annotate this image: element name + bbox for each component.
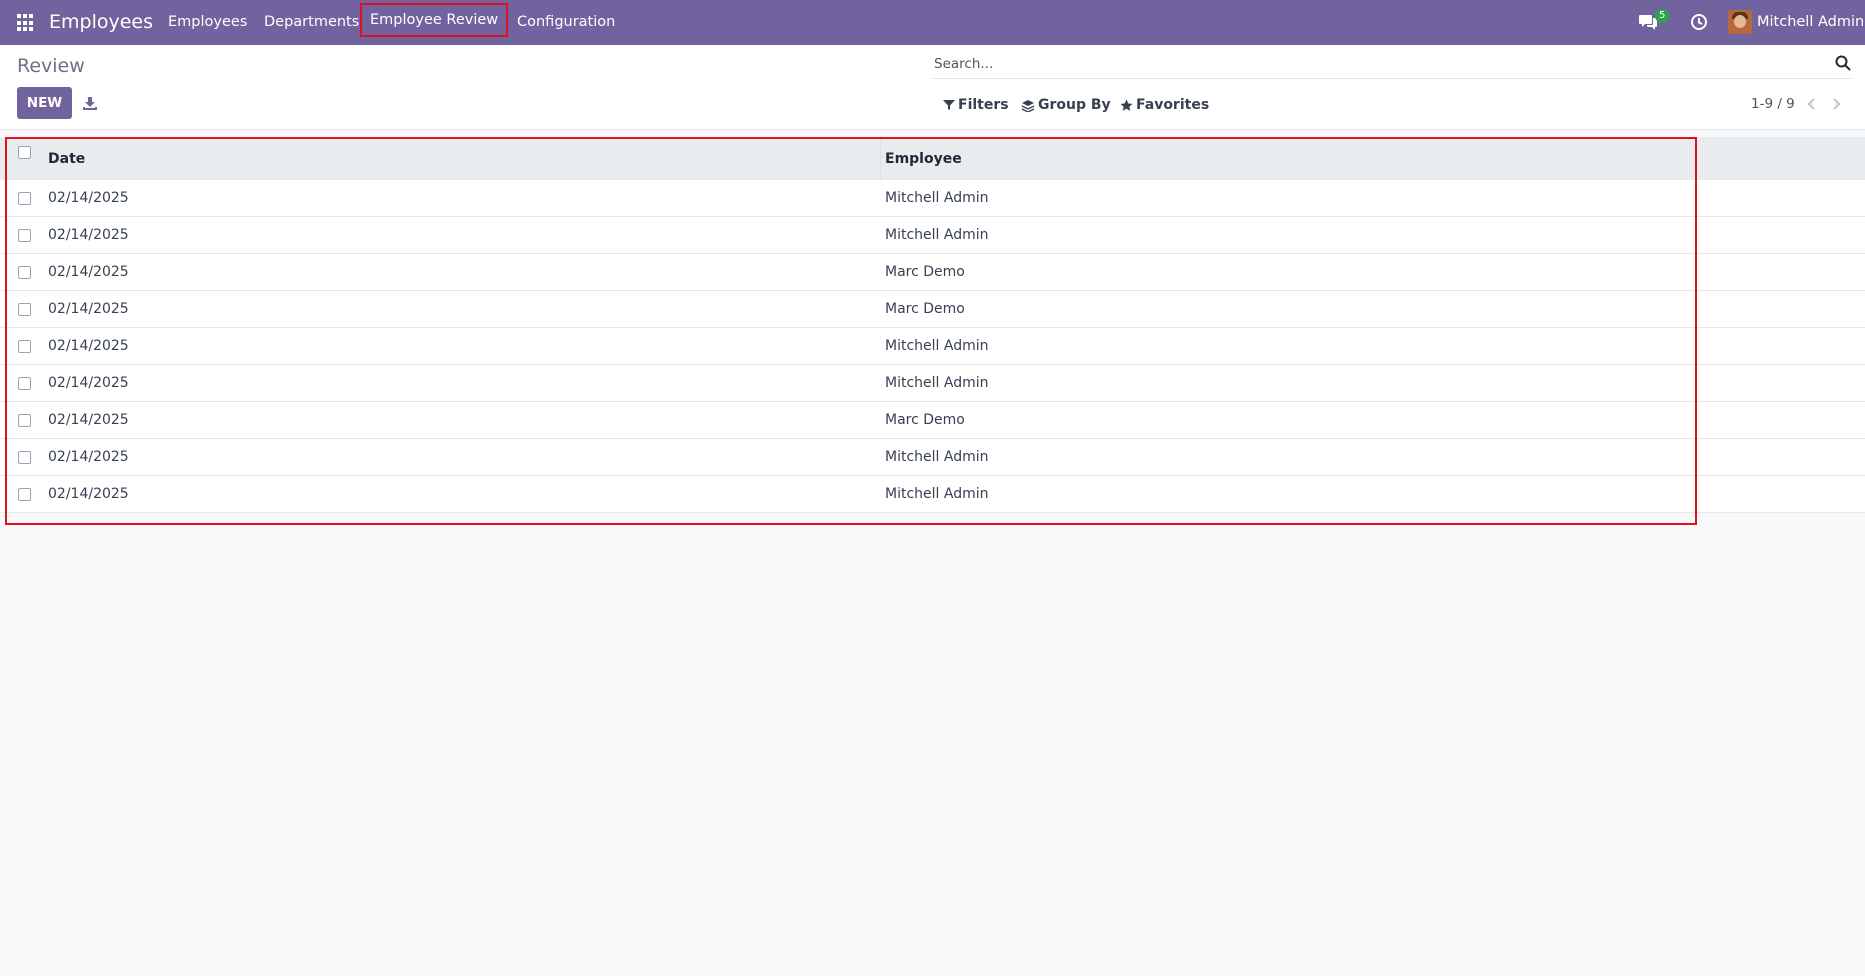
column-header-date[interactable]: Date (48, 151, 85, 167)
row-checkbox[interactable] (18, 488, 31, 501)
pager-value[interactable]: 1-9 / 9 (1751, 96, 1795, 112)
cell-employee: Marc Demo (885, 301, 965, 317)
group-by-label: Group By (1038, 97, 1111, 113)
row-checkbox[interactable] (18, 451, 31, 464)
cell-employee: Mitchell Admin (885, 227, 989, 243)
messages-count-badge: 5 (1655, 9, 1670, 23)
table-row[interactable]: 02/14/2025 Mitchell Admin (0, 365, 1865, 402)
table-row[interactable]: 02/14/2025 Mitchell Admin (0, 217, 1865, 254)
cell-date: 02/14/2025 (48, 412, 129, 428)
table-row[interactable]: 02/14/2025 Marc Demo (0, 254, 1865, 291)
table-row[interactable]: 02/14/2025 Mitchell Admin (0, 328, 1865, 365)
table-header: Date Employee (0, 137, 1865, 180)
row-checkbox[interactable] (18, 229, 31, 242)
row-checkbox[interactable] (18, 377, 31, 390)
search-icon[interactable] (1834, 54, 1852, 72)
cell-date: 02/14/2025 (48, 264, 129, 280)
layers-icon (1021, 99, 1035, 112)
cell-date: 02/14/2025 (48, 449, 129, 465)
row-checkbox[interactable] (18, 340, 31, 353)
cell-date: 02/14/2025 (48, 338, 129, 354)
filter-icon (943, 100, 955, 110)
chevron-right-icon[interactable] (1829, 96, 1843, 112)
top-navbar: Employees Employees Departments Employee… (0, 0, 1865, 45)
row-checkbox[interactable] (18, 266, 31, 279)
column-header-employee[interactable]: Employee (885, 151, 962, 167)
table-row[interactable]: 02/14/2025 Mitchell Admin (0, 439, 1865, 476)
cell-employee: Marc Demo (885, 264, 965, 280)
column-divider (880, 137, 881, 180)
row-checkbox[interactable] (18, 303, 31, 316)
cell-employee: Mitchell Admin (885, 190, 989, 206)
cell-date: 02/14/2025 (48, 227, 129, 243)
cell-employee: Mitchell Admin (885, 375, 989, 391)
page-title: Review (17, 55, 85, 77)
cell-employee: Mitchell Admin (885, 486, 989, 502)
menu-employee-review[interactable]: Employee Review (359, 3, 509, 37)
row-checkbox[interactable] (18, 414, 31, 427)
search-input[interactable] (934, 53, 1794, 75)
cell-employee: Mitchell Admin (885, 449, 989, 465)
favorites-label: Favorites (1136, 97, 1210, 113)
menu-departments[interactable]: Departments (264, 14, 359, 30)
cell-date: 02/14/2025 (48, 301, 129, 317)
menu-employees[interactable]: Employees (168, 14, 247, 30)
table-row[interactable]: 02/14/2025 Mitchell Admin (0, 476, 1865, 513)
app-brand[interactable]: Employees (49, 11, 153, 33)
control-panel: Review NEW Filters Group By Favorites 1-… (0, 45, 1865, 130)
favorites-button[interactable]: Favorites (1120, 97, 1209, 113)
apps-grid-icon[interactable] (17, 14, 35, 32)
cell-employee: Mitchell Admin (885, 338, 989, 354)
cell-employee: Marc Demo (885, 412, 965, 428)
star-icon (1120, 99, 1133, 111)
group-by-button[interactable]: Group By (1021, 97, 1111, 113)
clock-icon[interactable] (1689, 12, 1709, 32)
filters-button[interactable]: Filters (943, 97, 1009, 113)
chevron-left-icon[interactable] (1805, 96, 1819, 112)
filters-label: Filters (958, 97, 1009, 113)
user-menu[interactable]: Mitchell Admin (1757, 14, 1864, 30)
table-row[interactable]: 02/14/2025 Marc Demo (0, 402, 1865, 439)
row-checkbox[interactable] (18, 192, 31, 205)
search-bar (932, 51, 1852, 79)
table-row[interactable]: 02/14/2025 Mitchell Admin (0, 180, 1865, 217)
cell-date: 02/14/2025 (48, 486, 129, 502)
cell-date: 02/14/2025 (48, 375, 129, 391)
cell-date: 02/14/2025 (48, 190, 129, 206)
download-icon[interactable] (82, 95, 98, 111)
avatar[interactable] (1728, 10, 1752, 34)
new-button[interactable]: NEW (17, 87, 72, 119)
menu-configuration[interactable]: Configuration (517, 14, 615, 30)
table-row[interactable]: 02/14/2025 Marc Demo (0, 291, 1865, 328)
select-all-checkbox[interactable] (18, 146, 31, 159)
